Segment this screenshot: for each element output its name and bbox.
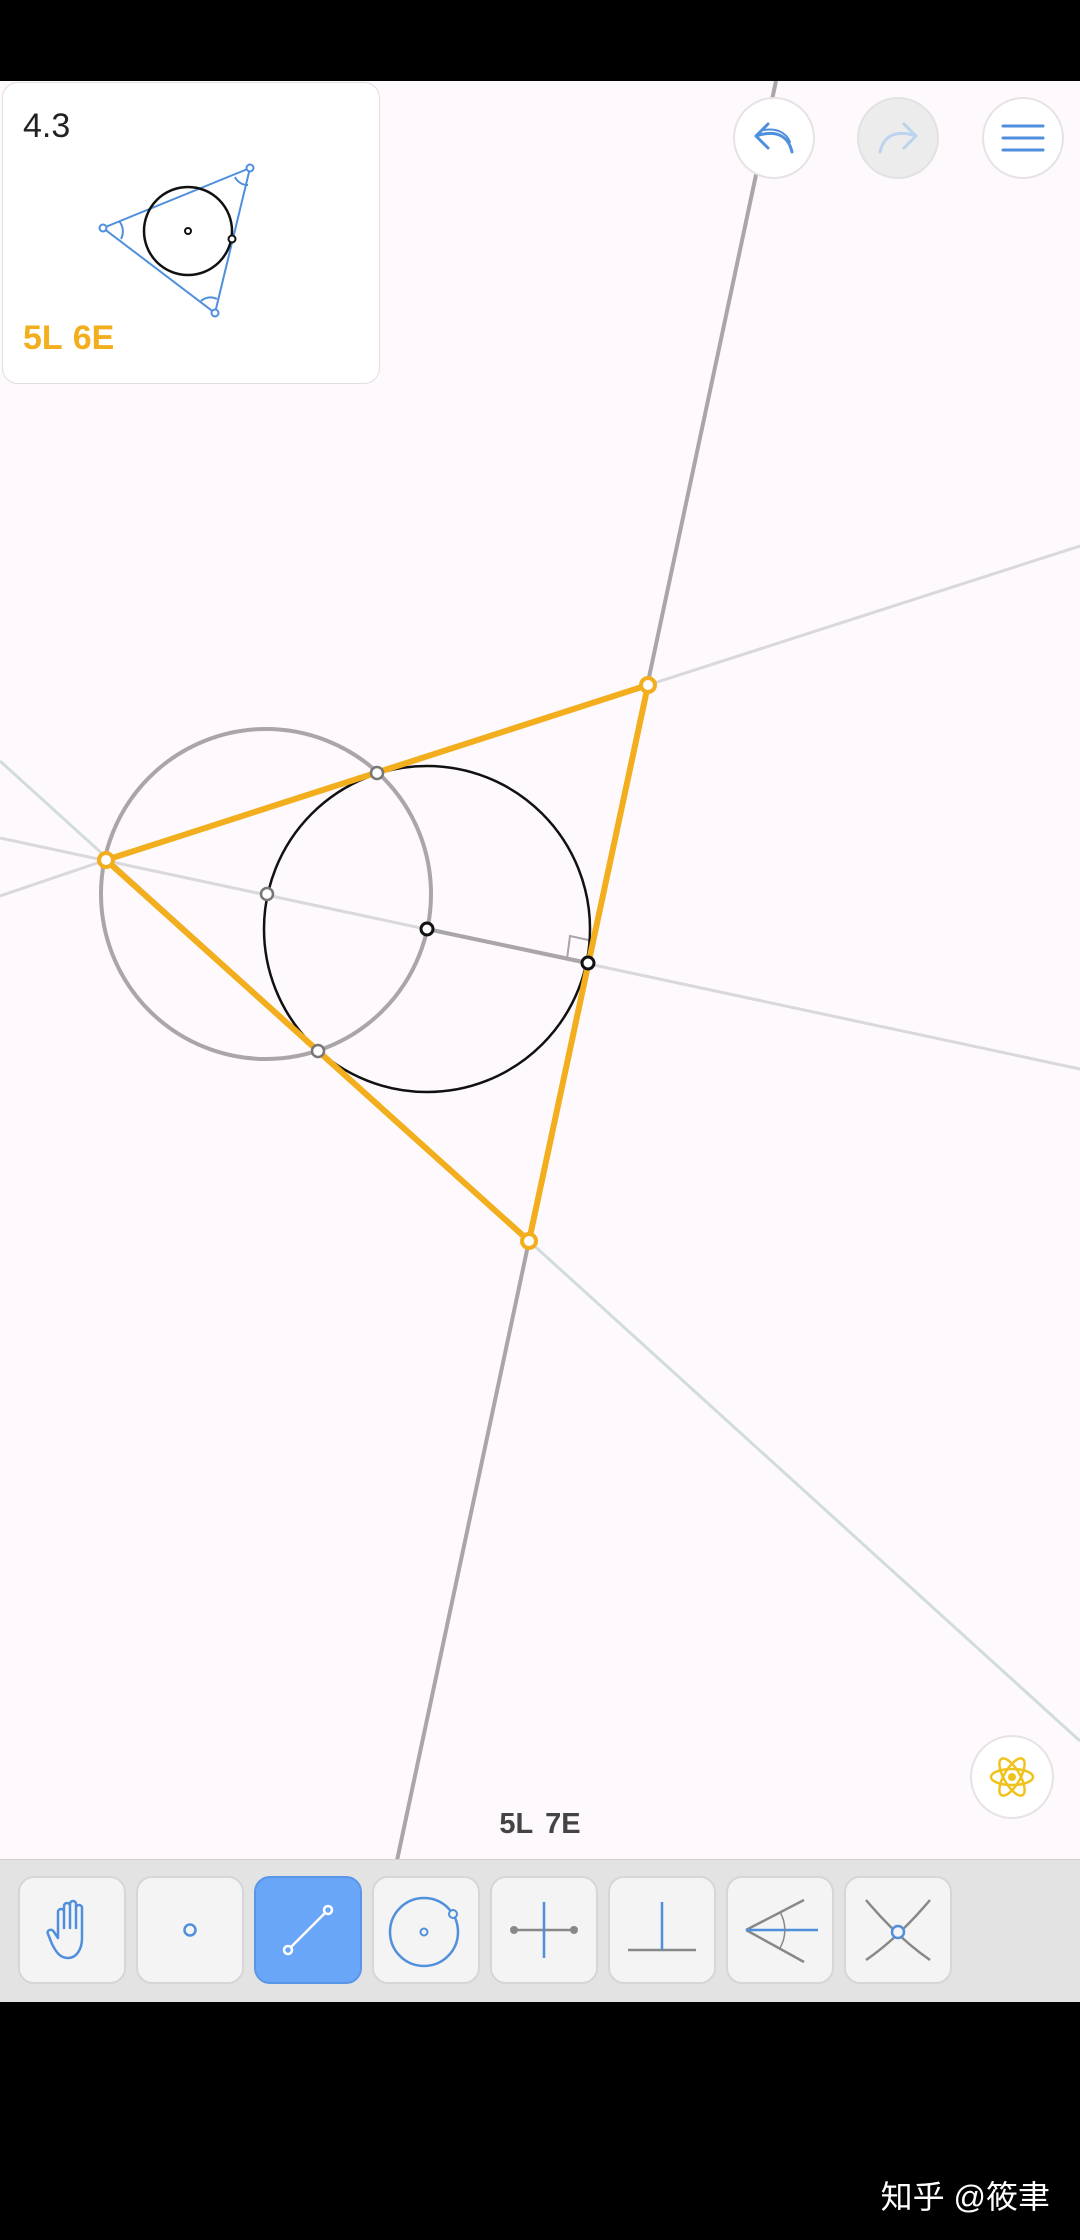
intersection-point [259, 886, 275, 902]
vertex-point [639, 676, 657, 694]
tangent-point [580, 955, 596, 971]
goal-score: 5L 6E [23, 319, 124, 358]
goal-elements: 6E [72, 319, 115, 357]
tool-intersection[interactable] [844, 1876, 952, 1984]
vertex-point [97, 851, 115, 869]
hamburger-menu-icon [1001, 124, 1045, 152]
intersection-point [310, 1043, 326, 1059]
tool-perpendicular-bisector[interactable] [490, 1876, 598, 1984]
hint-button[interactable] [970, 1735, 1054, 1819]
level-goal-card[interactable]: 4.3 5L 6E [2, 82, 380, 384]
undo-button[interactable] [733, 97, 815, 179]
redo-button[interactable] [857, 97, 939, 179]
angle-bisector-line-left [0, 858, 107, 898]
hand-icon [46, 1899, 84, 1960]
atom-icon [989, 1757, 1035, 1797]
tool-perpendicular[interactable] [608, 1876, 716, 1984]
goal-preview-icon [98, 163, 255, 318]
goal-lines: 5L [23, 319, 63, 357]
watermark-text: 知乎 @筱聿 [880, 2179, 1050, 2215]
line-icon [282, 1904, 334, 1956]
incenter-point [419, 921, 435, 937]
radius-segment [426, 927, 589, 965]
redo-arrow-icon [878, 122, 918, 154]
level-number: 4.3 [23, 107, 71, 145]
vertex-point [520, 1232, 538, 1250]
point-icon [183, 1923, 197, 1937]
perpendicular-bisector-icon [510, 1902, 578, 1958]
extended-right-side-line [395, 81, 778, 1859]
undo-arrow-icon [754, 122, 794, 154]
tool-bar [0, 1859, 1080, 2002]
current-score: 5L 7E [0, 1808, 1080, 1841]
intersection-point [369, 765, 385, 781]
angle-bisector-icon [745, 1898, 818, 1964]
perpendicular-icon [628, 1902, 696, 1952]
current-elements: 7E [545, 1808, 581, 1840]
tool-line[interactable] [254, 1876, 362, 1984]
tool-move[interactable] [18, 1876, 126, 1984]
intersection-icon [865, 1899, 931, 1962]
tool-circle[interactable] [372, 1876, 480, 1984]
current-lines: 5L [499, 1808, 534, 1840]
tool-point[interactable] [136, 1876, 244, 1984]
angle-bisector-line-top [647, 544, 1080, 687]
tool-angle-bisector[interactable] [726, 1876, 834, 1984]
circle-icon [388, 1896, 460, 1968]
menu-button[interactable] [982, 97, 1064, 179]
